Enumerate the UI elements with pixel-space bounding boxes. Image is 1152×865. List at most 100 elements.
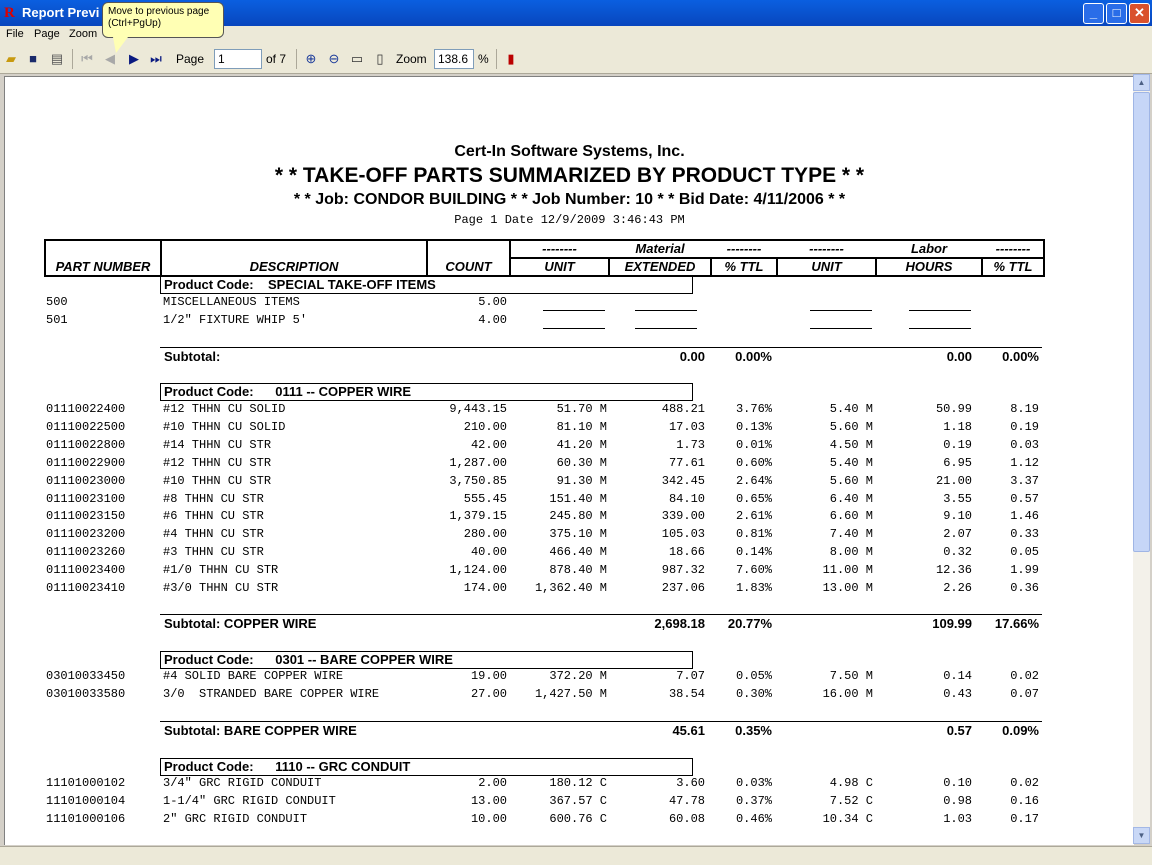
labor-hours: 6.95 xyxy=(943,455,972,470)
material-unit: 466.40 M xyxy=(549,545,607,560)
company-name: Cert-In Software Systems, Inc. xyxy=(454,143,685,160)
subtotal-material-pct: 0.00% xyxy=(735,349,772,364)
subtotal-rule xyxy=(160,347,1042,348)
zoom-input[interactable] xyxy=(434,49,474,69)
labor-unit: 10.34 C xyxy=(822,811,873,826)
blank-line xyxy=(543,310,605,311)
toolbar-separator xyxy=(72,49,73,69)
minimize-button[interactable]: _ xyxy=(1083,3,1104,24)
subtotal-rule xyxy=(160,721,1042,722)
part-description: #3 THHN CU STR xyxy=(163,545,264,560)
first-page-icon[interactable]: ⏮ xyxy=(78,50,96,68)
blank-line xyxy=(635,328,697,329)
material-pct: 1.83% xyxy=(735,581,772,595)
part-count: 2.00 xyxy=(478,776,507,790)
labor-pct: 0.36 xyxy=(1010,581,1039,595)
subtotal-material-pct: 20.77% xyxy=(727,616,772,631)
part-count: 280.00 xyxy=(463,527,507,542)
tooltip-line-1: Move to previous page xyxy=(108,6,210,17)
header-extended: EXTENDED xyxy=(624,259,696,274)
material-pct: 3.76% xyxy=(735,402,772,416)
part-count: 27.00 xyxy=(470,686,507,701)
header-labor-pct: % TTL xyxy=(993,259,1033,274)
subtotal-material-pct: 0.35% xyxy=(735,723,772,738)
part-number: 11101000102 xyxy=(46,776,126,790)
close-button[interactable]: ✕ xyxy=(1129,3,1150,24)
toolbar-separator xyxy=(296,49,297,69)
page-number-input[interactable] xyxy=(214,49,262,69)
labor-hours: 21.00 xyxy=(935,473,972,488)
part-number: 11101000106 xyxy=(46,811,126,826)
material-unit: 41.20 M xyxy=(556,437,607,452)
header-description: DESCRIPTION xyxy=(249,259,339,274)
page-width-icon[interactable]: ▭ xyxy=(348,50,366,68)
scroll-thumb[interactable] xyxy=(1133,92,1150,552)
window-title: Report Previ xyxy=(22,5,100,20)
header-dashes: -------- xyxy=(726,241,762,256)
part-number: 01110023000 xyxy=(46,473,126,488)
subtotal-labor-pct: 0.09% xyxy=(1002,723,1039,738)
save-icon[interactable]: ■ xyxy=(24,50,42,68)
toolbar-separator xyxy=(496,49,497,69)
maximize-button[interactable]: □ xyxy=(1106,3,1127,24)
print-icon[interactable]: ▤ xyxy=(48,50,66,68)
header-part-number: PART NUMBER xyxy=(55,259,151,274)
menu-page[interactable]: Page xyxy=(34,28,60,40)
menu-zoom[interactable]: Zoom xyxy=(69,28,97,40)
scroll-up-icon[interactable]: ▲ xyxy=(1133,74,1150,91)
part-description: #6 THHN CU STR xyxy=(163,509,264,524)
scroll-down-icon[interactable]: ▼ xyxy=(1133,827,1150,844)
subtotal-label: Subtotal: BARE COPPER WIRE xyxy=(164,723,357,738)
part-count: 210.00 xyxy=(463,419,507,434)
material-extended: 237.06 xyxy=(661,581,705,595)
material-extended: 105.03 xyxy=(661,527,705,542)
job-line: * * Job: CONDOR BUILDING * * Job Number:… xyxy=(293,191,846,208)
product-code-header: Product Code: 0111 -- COPPER WIRE xyxy=(160,383,693,401)
labor-pct: 0.33 xyxy=(1010,527,1039,542)
material-extended: 38.54 xyxy=(668,686,705,701)
part-number: 01110022900 xyxy=(46,455,126,470)
part-number: 01110022400 xyxy=(46,402,126,416)
material-pct: 0.30% xyxy=(735,686,772,701)
part-count: 1,124.00 xyxy=(449,563,507,578)
labor-unit: 16.00 M xyxy=(822,686,873,701)
last-page-icon[interactable]: ⏭ xyxy=(147,50,165,68)
labor-hours: 0.32 xyxy=(943,545,972,560)
percent-label: % xyxy=(478,52,489,66)
material-extended: 84.10 xyxy=(668,491,705,506)
material-extended: 488.21 xyxy=(661,402,705,416)
part-count: 42.00 xyxy=(470,437,507,452)
zoom-out-icon[interactable]: ⊖ xyxy=(325,50,343,68)
labor-unit: 4.50 M xyxy=(829,437,873,452)
labor-pct: 8.19 xyxy=(1010,402,1039,416)
whole-page-icon[interactable]: ▯ xyxy=(371,50,389,68)
subtotal-hours: 0.00 xyxy=(946,349,972,364)
open-folder-icon[interactable]: ▰ xyxy=(2,50,20,68)
blank-line xyxy=(810,328,872,329)
part-description: #14 THHN CU STR xyxy=(163,437,272,452)
part-description: 1/2" FIXTURE WHIP 5' xyxy=(163,313,308,327)
labor-hours: 2.26 xyxy=(943,581,972,595)
material-unit: 878.40 M xyxy=(549,563,607,578)
menu-file[interactable]: File xyxy=(6,28,24,40)
labor-unit: 5.60 M xyxy=(829,473,873,488)
part-description: #10 THHN CU SOLID xyxy=(163,419,286,434)
labor-unit: 7.52 C xyxy=(829,793,873,808)
vertical-scrollbar[interactable]: ▲ ▼ xyxy=(1133,74,1150,844)
labor-hours: 3.55 xyxy=(943,491,972,506)
labor-unit: 4.98 C xyxy=(829,776,873,790)
material-unit: 51.70 M xyxy=(556,402,607,416)
part-number: 01110023410 xyxy=(46,581,126,595)
labor-hours: 0.10 xyxy=(943,776,972,790)
labor-pct: 0.16 xyxy=(1010,793,1039,808)
exit-door-icon[interactable]: ▮ xyxy=(502,50,520,68)
subtotal-extended: 45.61 xyxy=(672,723,705,738)
material-unit: 600.76 C xyxy=(549,811,607,826)
part-description: #4 SOLID BARE COPPER WIRE xyxy=(163,669,344,683)
labor-pct: 0.02 xyxy=(1010,669,1039,683)
zoom-in-icon[interactable]: ⊕ xyxy=(302,50,320,68)
part-description: #10 THHN CU STR xyxy=(163,473,272,488)
material-unit: 245.80 M xyxy=(549,509,607,524)
labor-hours: 12.36 xyxy=(935,563,972,578)
part-description: 2" GRC RIGID CONDUIT xyxy=(163,811,308,826)
